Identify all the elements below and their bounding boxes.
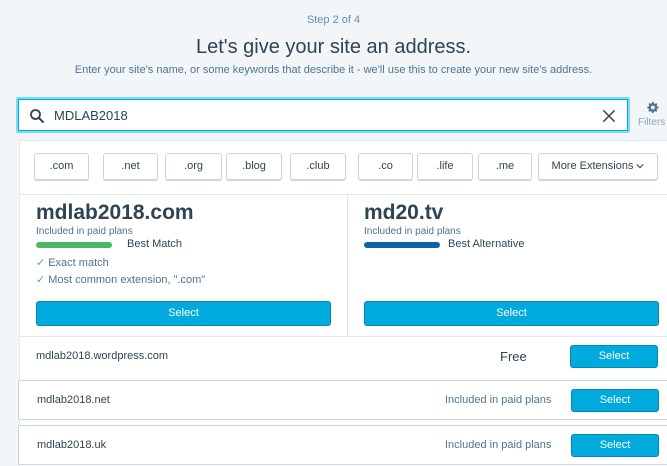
featured-suggestion-best-match: mdlab2018.com Included in paid plans Bes… xyxy=(36,201,346,286)
search-icon xyxy=(30,109,44,123)
row-price: Included in paid plans xyxy=(445,439,552,451)
extension-me-button[interactable]: .me xyxy=(478,153,532,181)
select-best-match-button[interactable]: Select xyxy=(36,301,331,326)
more-extensions-button[interactable]: More Extensions xyxy=(538,153,658,181)
step-indicator: Step 2 of 4 xyxy=(306,14,361,26)
checkmark-icon: ✓ xyxy=(36,257,46,269)
suggestion-domain: mdlab2018.com xyxy=(36,201,194,224)
row-select-button[interactable]: Select xyxy=(571,434,659,457)
match-reason: ✓ Most common extension, ".com" xyxy=(36,273,346,286)
badge-bar xyxy=(36,242,112,248)
badge-label: Best Alternative xyxy=(448,238,525,250)
row-price: Free xyxy=(500,349,527,364)
divider xyxy=(347,194,348,336)
chevron-down-icon xyxy=(636,164,645,169)
results-panel: .com .net .org .blog .club .co .life .me… xyxy=(18,141,667,466)
domain-row: mdlab2018.uk Included in paid plans Sele… xyxy=(18,425,667,465)
featured-suggestion-best-alternative: md20.tv Included in paid plans Best Alte… xyxy=(364,201,667,252)
extension-org-button[interactable]: .org xyxy=(165,153,222,181)
checkmark-icon: ✓ xyxy=(36,274,46,286)
extension-club-button[interactable]: .club xyxy=(290,153,346,181)
match-reason: ✓ Exact match xyxy=(36,256,346,269)
page-title: Let's give your site an address. xyxy=(195,36,472,58)
filters-label: Filters xyxy=(638,117,666,128)
search-box xyxy=(16,97,630,133)
select-best-alternative-button[interactable]: Select xyxy=(364,301,659,326)
extension-net-button[interactable]: .net xyxy=(103,153,158,181)
extension-blog-button[interactable]: .blog xyxy=(226,153,282,181)
divider xyxy=(20,194,667,195)
domain-row: mdlab2018.net Included in paid plans Sel… xyxy=(18,380,667,420)
row-domain: mdlab2018.net xyxy=(37,394,110,406)
row-select-button[interactable]: Select xyxy=(570,345,658,368)
extension-life-button[interactable]: .life xyxy=(417,153,473,181)
match-reason-text: Most common extension, ".com" xyxy=(48,274,206,286)
suggestion-price: Included in paid plans xyxy=(36,226,133,237)
page-subtitle: Enter your site's name, or some keywords… xyxy=(74,64,593,76)
badge-bar xyxy=(364,242,440,248)
suggestion-price: Included in paid plans xyxy=(364,226,461,237)
extension-com-button[interactable]: .com xyxy=(34,153,89,181)
best-match-badge: Best Match xyxy=(36,238,346,252)
row-price: Included in paid plans xyxy=(445,394,552,406)
domain-search-input[interactable] xyxy=(54,105,594,125)
row-domain: mdlab2018.uk xyxy=(37,439,107,451)
row-select-button[interactable]: Select xyxy=(571,389,659,412)
gear-icon xyxy=(647,101,659,113)
row-domain: mdlab2018.wordpress.com xyxy=(36,350,169,362)
best-alternative-badge: Best Alternative xyxy=(364,238,667,252)
close-icon[interactable] xyxy=(600,107,618,125)
match-reason-text: Exact match xyxy=(48,257,109,269)
extension-co-button[interactable]: .co xyxy=(358,153,413,181)
badge-label: Best Match xyxy=(127,238,183,250)
suggestion-domain: md20.tv xyxy=(364,201,444,224)
more-extensions-label: More Extensions xyxy=(551,160,634,172)
filters-button[interactable]: Filters xyxy=(636,100,667,132)
domain-row: mdlab2018.wordpress.com Free Select xyxy=(20,336,667,376)
